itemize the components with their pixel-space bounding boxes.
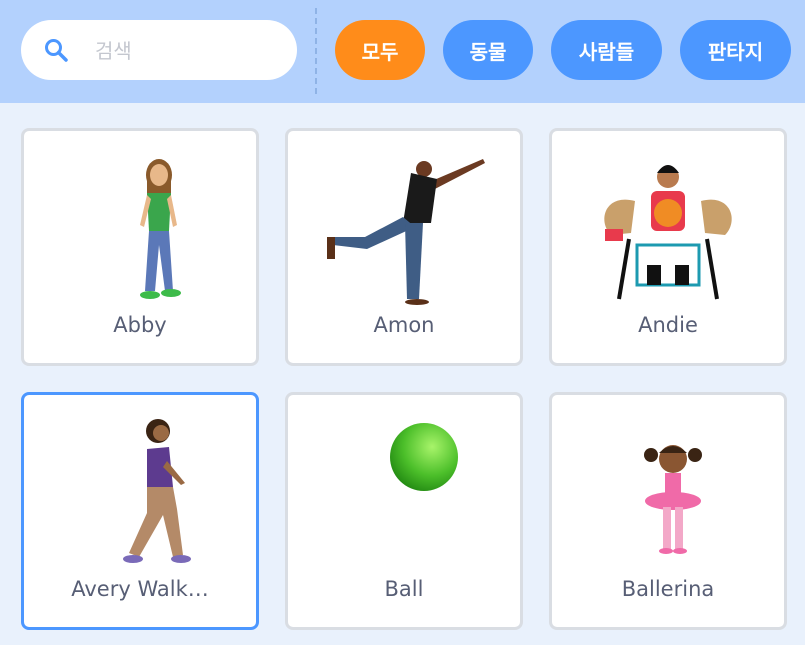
sprite-name: Amon: [373, 313, 435, 337]
filter-fantasy-button[interactable]: 판타지: [680, 20, 791, 80]
filter-animals-button[interactable]: 동물: [443, 20, 533, 80]
andie-sprite-image: [604, 165, 732, 300]
sprite-tile-andie[interactable]: Andie: [549, 128, 787, 366]
sprite-tile-amon[interactable]: Amon: [285, 128, 523, 366]
ball-sprite-image: [390, 423, 458, 491]
search-input[interactable]: [93, 30, 287, 72]
amon-sprite-image: [327, 159, 485, 305]
sprite-tile-avery-walking[interactable]: Avery Walk…: [21, 392, 259, 630]
sprite-tile-ball[interactable]: Ball: [285, 392, 523, 630]
filter-people-button[interactable]: 사람들: [551, 20, 662, 80]
sprite-tile-ballerina[interactable]: Ballerina: [549, 392, 787, 630]
header-divider: [315, 8, 317, 94]
search-box[interactable]: [21, 20, 297, 80]
sprite-name: Ballerina: [621, 577, 715, 601]
search-icon: [45, 39, 68, 62]
ballerina-sprite-image: [644, 445, 702, 554]
sprite-name: Abby: [113, 313, 167, 337]
filter-all-button[interactable]: 모두: [335, 20, 425, 80]
sprite-tile-abby[interactable]: Abby: [21, 128, 259, 366]
filter-header: 모두 동물 사람들 판타지: [0, 0, 805, 103]
sprite-name: Avery Walk…: [71, 577, 209, 601]
avery-walking-sprite-image: [123, 419, 191, 563]
sprite-name: Ball: [384, 577, 424, 601]
sprite-name: Andie: [638, 313, 698, 337]
abby-sprite-image: [140, 159, 181, 299]
